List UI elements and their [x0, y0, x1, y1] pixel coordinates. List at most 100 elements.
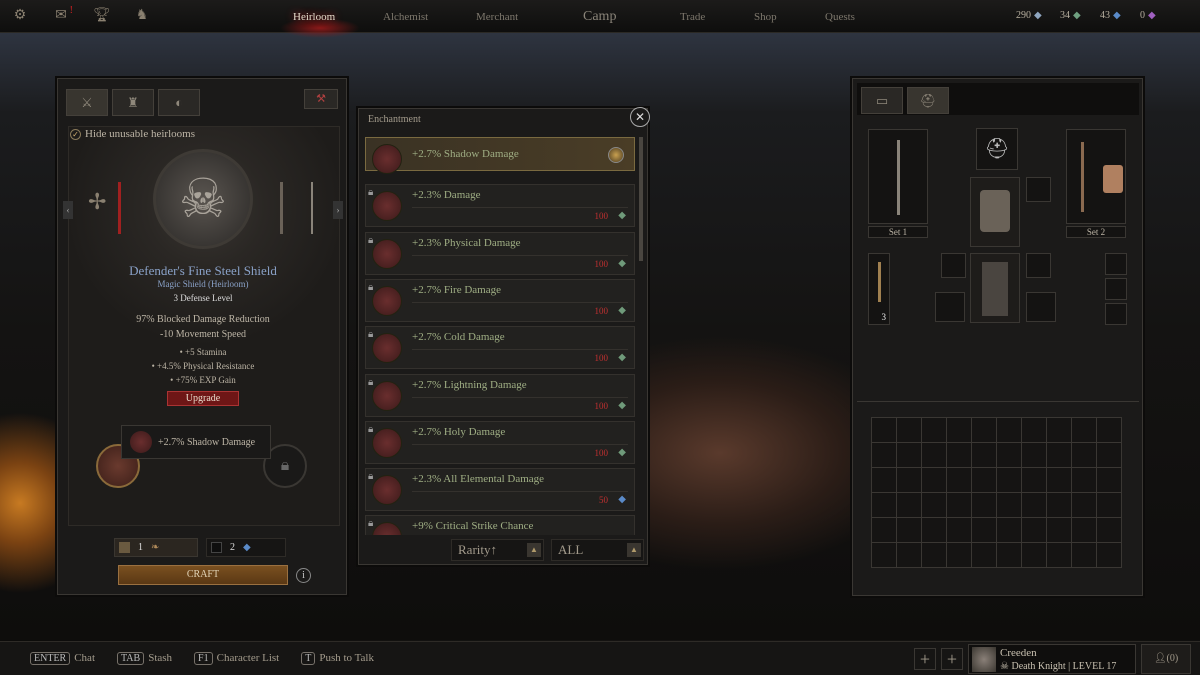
inventory-cell[interactable]: [1097, 543, 1122, 568]
inventory-cell[interactable]: [1097, 443, 1122, 468]
set1-label[interactable]: Set 1: [868, 226, 928, 238]
enchantment-row[interactable]: 🔒︎ +2.7% Holy Damage 100 ◆: [365, 420, 635, 464]
inventory-cell[interactable]: [872, 443, 897, 468]
inventory-cell[interactable]: [872, 418, 897, 443]
enchantment-row[interactable]: +2.7% Shadow Damage: [365, 137, 635, 174]
inventory-cell[interactable]: [872, 518, 897, 543]
settings-icon[interactable]: ⚙: [12, 8, 28, 24]
inventory-cell[interactable]: [1072, 468, 1097, 493]
enchantment-row[interactable]: 🔒︎ +2.3% Physical Damage 100 ◆: [365, 231, 635, 275]
inventory-cell[interactable]: [997, 518, 1022, 543]
inventory-cell[interactable]: [872, 493, 897, 518]
inventory-cell[interactable]: [1047, 443, 1072, 468]
next-item-arrow[interactable]: ›: [333, 201, 343, 219]
inventory-cell[interactable]: [972, 443, 997, 468]
inventory-cell[interactable]: [1047, 418, 1072, 443]
mail-icon[interactable]: ✉!: [53, 5, 73, 24]
inventory-cell[interactable]: [1022, 443, 1047, 468]
inventory-cell[interactable]: [922, 468, 947, 493]
tab-merchant[interactable]: Merchant: [476, 0, 518, 33]
tab-camp[interactable]: Camp: [583, 0, 616, 33]
inventory-cell[interactable]: [1097, 518, 1122, 543]
inventory-cell[interactable]: [1022, 468, 1047, 493]
close-icon[interactable]: ✕: [630, 107, 650, 127]
inventory-cell[interactable]: [922, 493, 947, 518]
inventory-cell[interactable]: [922, 518, 947, 543]
inventory-cell[interactable]: [922, 418, 947, 443]
inventory-cell[interactable]: [897, 518, 922, 543]
tab-shop[interactable]: Shop: [754, 0, 777, 33]
tab-equipment[interactable]: ⛑: [907, 87, 949, 114]
enchantment-row[interactable]: 🔒︎ +2.3% Damage 100 ◆: [365, 184, 635, 228]
weapon-slot-set2[interactable]: [1066, 129, 1126, 224]
hands-slot[interactable]: [935, 292, 965, 322]
filter-dropdown[interactable]: ALL ▲: [551, 539, 644, 561]
tab-weapon[interactable]: ⚔: [66, 89, 108, 116]
player-card[interactable]: Creeden ☠ Death Knight | LEVEL 17: [968, 644, 1136, 674]
info-icon[interactable]: i: [296, 568, 311, 583]
inventory-cell[interactable]: [997, 468, 1022, 493]
inventory-cell[interactable]: [922, 443, 947, 468]
inventory-cell[interactable]: [997, 418, 1022, 443]
inventory-cell[interactable]: [947, 443, 972, 468]
inventory-cell[interactable]: [897, 418, 922, 443]
inventory-cell[interactable]: [972, 418, 997, 443]
inventory-cell[interactable]: [1022, 418, 1047, 443]
inventory-cell[interactable]: [947, 518, 972, 543]
tab-accessory[interactable]: ◐: [158, 89, 200, 116]
inventory-cell[interactable]: [972, 518, 997, 543]
inventory-cell[interactable]: [1097, 468, 1122, 493]
set2-label[interactable]: Set 2: [1066, 226, 1126, 238]
emote-icon[interactable]: ♞: [134, 8, 150, 24]
sort-dropdown[interactable]: Rarity↑ ▲: [451, 539, 544, 561]
inventory-cell[interactable]: [1047, 468, 1072, 493]
tab-heirloom[interactable]: Heirloom: [293, 0, 335, 33]
enchantment-row[interactable]: 🔒︎ +9% Critical Strike Chance: [365, 515, 635, 535]
inventory-cell[interactable]: [972, 468, 997, 493]
inventory-cell[interactable]: [897, 543, 922, 568]
head-slot[interactable]: ⛑: [976, 128, 1018, 170]
inventory-cell[interactable]: [1047, 493, 1072, 518]
craft-button[interactable]: CRAFT: [118, 565, 288, 585]
enchantment-row[interactable]: 🔒︎ +2.7% Lightning Damage 100 ◆: [365, 373, 635, 417]
inventory-cell[interactable]: [1072, 543, 1097, 568]
utility-slot[interactable]: 3: [868, 253, 890, 325]
inventory-cell[interactable]: [1047, 543, 1072, 568]
enchantment-row[interactable]: 🔒︎ +2.7% Fire Damage 100 ◆: [365, 278, 635, 322]
sword-icon[interactable]: [118, 182, 121, 234]
party-button[interactable]: 👤︎(0): [1141, 644, 1191, 674]
upgrade-button[interactable]: Upgrade: [167, 391, 239, 406]
inventory-cell[interactable]: [872, 543, 897, 568]
inventory-cell[interactable]: [872, 468, 897, 493]
inventory-cell[interactable]: [947, 418, 972, 443]
add-friend-button[interactable]: +: [941, 648, 963, 670]
inventory-cell[interactable]: [997, 493, 1022, 518]
tab-quests[interactable]: Quests: [825, 0, 855, 33]
back-slot[interactable]: [1026, 253, 1051, 278]
inventory-cell[interactable]: [897, 468, 922, 493]
hide-unusable-checkbox[interactable]: ✓ Hide unusable heirlooms: [70, 128, 195, 140]
chest-slot[interactable]: [970, 177, 1020, 247]
inventory-cell[interactable]: [1072, 493, 1097, 518]
enchantment-row[interactable]: 🔒︎ +2.7% Cold Damage 100 ◆: [365, 326, 635, 370]
inventory-cell[interactable]: [1072, 418, 1097, 443]
inventory-cell[interactable]: [1022, 518, 1047, 543]
cloak-slot[interactable]: [941, 253, 966, 278]
tab-armor[interactable]: ♜: [112, 89, 154, 116]
trophy-icon[interactable]: 🏆︎: [93, 8, 111, 24]
inventory-cell[interactable]: [897, 443, 922, 468]
inventory-cell[interactable]: [1072, 443, 1097, 468]
inventory-cell[interactable]: [1022, 493, 1047, 518]
weapon-slot-set1[interactable]: [868, 129, 928, 224]
inventory-cell[interactable]: [997, 543, 1022, 568]
inventory-cell[interactable]: [947, 468, 972, 493]
ring-slot[interactable]: [1105, 303, 1127, 325]
feet-slot[interactable]: [1026, 292, 1056, 322]
hammer-button[interactable]: ⚒: [304, 89, 338, 109]
inventory-cell[interactable]: [1072, 518, 1097, 543]
inventory-cell[interactable]: [1022, 543, 1047, 568]
inventory-cell[interactable]: [1097, 418, 1122, 443]
legs-slot[interactable]: [970, 253, 1020, 323]
tab-trade[interactable]: Trade: [680, 0, 705, 33]
necklace-slot[interactable]: [1026, 177, 1051, 202]
